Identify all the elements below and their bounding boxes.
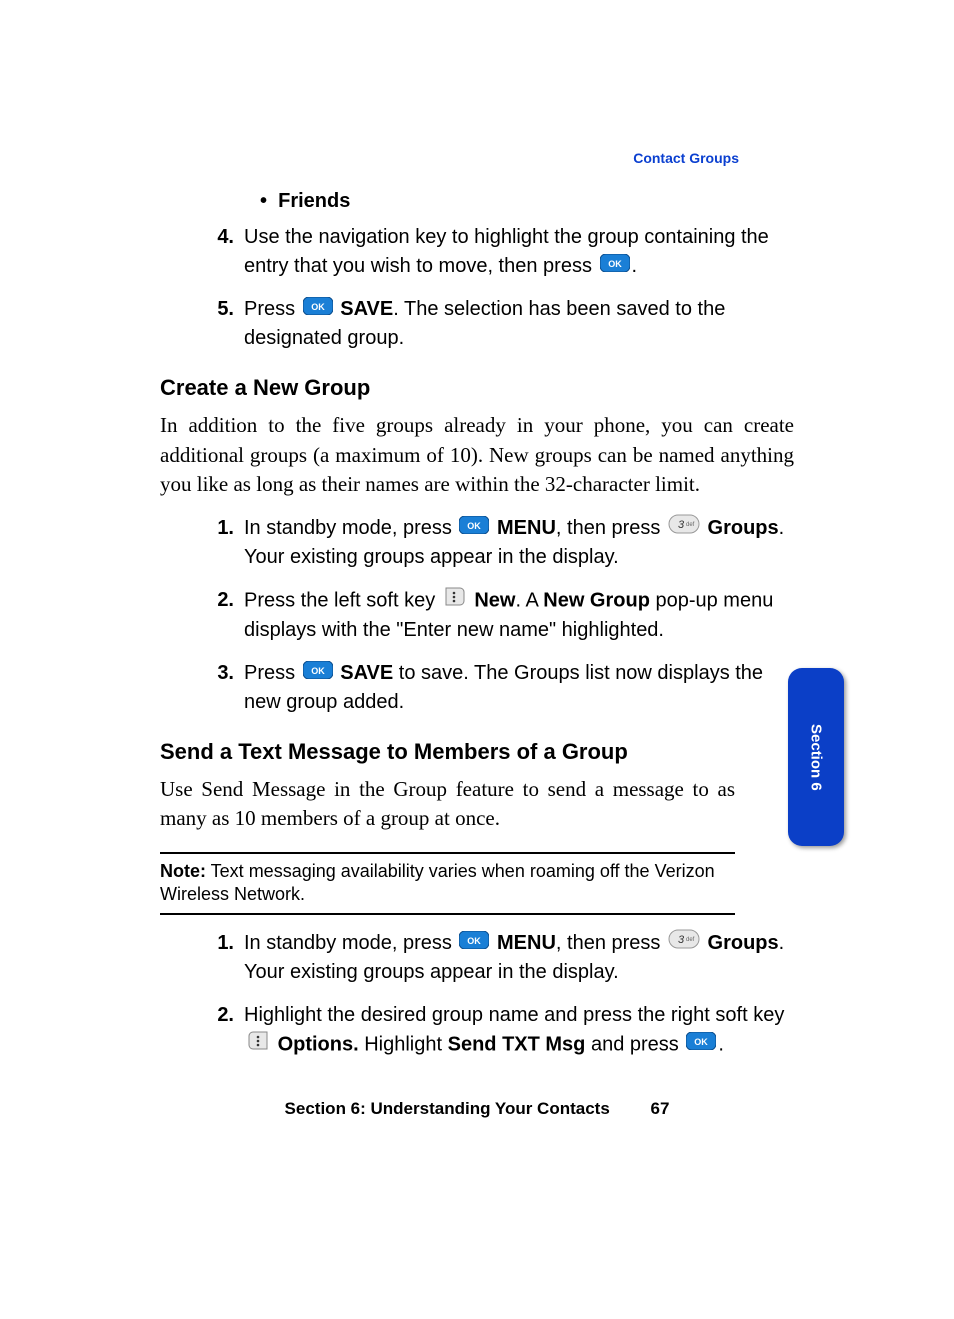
page-footer: Section 6: Understanding Your Contacts 6… — [0, 1099, 954, 1119]
s2-text-a: Highlight the desired group name and pre… — [244, 1004, 784, 1026]
c1-groups: Groups — [708, 517, 779, 539]
bullet-friends-text: Friends — [278, 190, 350, 212]
section-tab: Section 6 — [788, 668, 844, 846]
key-3-icon — [668, 514, 700, 543]
step-4: 4. Use the navigation key to highlight t… — [200, 223, 794, 281]
send-step-1-number: 1. — [200, 929, 244, 987]
c2-newgroup: New Group — [543, 589, 650, 611]
c1-text-b: , then press — [556, 517, 666, 539]
step-5-text-a: Press — [244, 298, 301, 320]
c3-text-a: Press — [244, 662, 301, 684]
footer-page-number: 67 — [651, 1099, 670, 1118]
ok-icon — [686, 1030, 716, 1059]
s2-options: Options. — [278, 1033, 359, 1055]
create-step-3-number: 3. — [200, 659, 244, 717]
heading-send-text: Send a Text Message to Members of a Grou… — [160, 739, 735, 765]
ok-icon — [303, 295, 333, 324]
note-text: Text messaging availability varies when … — [160, 861, 715, 904]
create-step-2-number: 2. — [200, 586, 244, 645]
create-step-1-number: 1. — [200, 514, 244, 572]
s2-text-c: and press — [585, 1033, 684, 1055]
step-4-number: 4. — [200, 223, 244, 281]
heading-create-new-group: Create a New Group — [160, 375, 794, 401]
c3-save: SAVE — [340, 662, 393, 684]
create-step-1: 1. In standby mode, press MENU, then pre… — [200, 514, 794, 572]
right-softkey-icon — [246, 1030, 270, 1060]
send-step-2: 2. Highlight the desired group name and … — [200, 1001, 794, 1060]
step-5-number: 5. — [200, 295, 244, 353]
ok-icon — [459, 929, 489, 958]
s1-groups: Groups — [708, 932, 779, 954]
bullet-friends: • Friends — [260, 190, 794, 213]
section-tab-label: Section 6 — [808, 724, 825, 791]
note-label: Note: — [160, 861, 206, 881]
note-block: Note: Text messaging availability varies… — [160, 852, 735, 915]
c1-menu: MENU — [497, 517, 556, 539]
s2-text-d: . — [718, 1033, 724, 1055]
create-step-2: 2. Press the left soft key New. A New Gr… — [200, 586, 794, 645]
create-step-3: 3. Press SAVE to save. The Groups list n… — [200, 659, 794, 717]
c2-new: New — [474, 589, 515, 611]
c2-text-b: . A — [515, 589, 543, 611]
ok-icon — [459, 514, 489, 543]
step-5: 5. Press SAVE. The selection has been sa… — [200, 295, 794, 353]
step-4-text-a: Use the navigation key to highlight the … — [244, 226, 769, 277]
c2-text-a: Press the left soft key — [244, 589, 441, 611]
s2-sendtxt: Send TXT Msg — [448, 1033, 586, 1055]
s1-text-b: , then press — [556, 932, 666, 954]
send-step-1: 1. In standby mode, press MENU, then pre… — [200, 929, 794, 987]
ok-icon — [303, 659, 333, 688]
s2-text-b: Highlight — [359, 1033, 448, 1055]
footer-section: Section 6: Understanding Your Contacts — [285, 1099, 610, 1118]
para-create: In addition to the five groups already i… — [160, 411, 794, 499]
key-3-icon — [668, 929, 700, 958]
s1-text-a: In standby mode, press — [244, 932, 457, 954]
left-softkey-icon — [443, 586, 467, 616]
para-send: Use Send Message in the Group feature to… — [160, 775, 735, 834]
send-step-2-number: 2. — [200, 1001, 244, 1060]
ok-icon — [600, 252, 630, 281]
step-5-save: SAVE — [340, 298, 393, 320]
step-4-text-b: . — [632, 255, 638, 277]
s1-menu: MENU — [497, 932, 556, 954]
c1-text-a: In standby mode, press — [244, 517, 457, 539]
